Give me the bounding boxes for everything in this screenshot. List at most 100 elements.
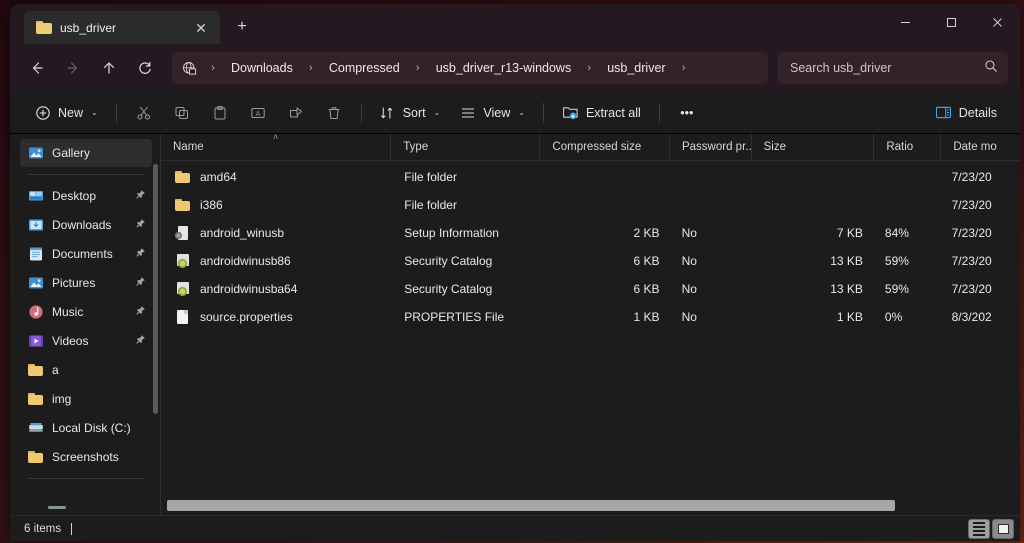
close-window-button[interactable] bbox=[974, 4, 1020, 40]
breadcrumb-item-downloads[interactable]: Downloads bbox=[223, 57, 301, 79]
sort-button[interactable]: Sort ⌄ bbox=[371, 98, 450, 128]
cut-button[interactable] bbox=[126, 98, 162, 128]
sidebar-item-local-disk-c[interactable]: Local Disk (C:) bbox=[20, 414, 152, 442]
pin-icon[interactable] bbox=[135, 218, 146, 232]
copy-button[interactable] bbox=[164, 98, 200, 128]
sidebar-item-documents[interactable]: Documents bbox=[20, 240, 152, 268]
column-header-size[interactable]: Size bbox=[752, 134, 875, 161]
details-view-toggle[interactable] bbox=[968, 519, 990, 539]
folder-icon bbox=[28, 449, 44, 465]
file-compressed-size: 1 KB bbox=[541, 310, 670, 324]
sidebar-item-music[interactable]: Music bbox=[20, 298, 152, 326]
pin-icon[interactable] bbox=[135, 334, 146, 348]
new-button-label: New bbox=[58, 106, 83, 120]
view-toggle-group bbox=[968, 519, 1014, 539]
new-button[interactable]: New ⌄ bbox=[26, 98, 107, 128]
file-name: i386 bbox=[200, 198, 223, 212]
table-row[interactable]: i386 File folder 7/23/20 bbox=[163, 191, 1018, 219]
sidebar-divider bbox=[28, 174, 144, 175]
minimize-button[interactable] bbox=[882, 4, 928, 40]
pin-icon[interactable] bbox=[135, 305, 146, 319]
window-controls bbox=[882, 4, 1020, 40]
share-button[interactable] bbox=[278, 98, 314, 128]
file-date-modified: 7/23/20 bbox=[940, 226, 1018, 240]
sidebar-item-label: Downloads bbox=[52, 218, 127, 232]
maximize-button[interactable] bbox=[928, 4, 974, 40]
back-button[interactable] bbox=[20, 52, 54, 84]
close-tab-icon[interactable]: ✕ bbox=[188, 16, 214, 40]
up-button[interactable] bbox=[92, 52, 126, 84]
network-globe-icon[interactable] bbox=[178, 61, 203, 76]
documents-icon bbox=[28, 246, 44, 262]
details-view-icon bbox=[973, 522, 985, 536]
sort-ascending-icon: ˄ bbox=[273, 134, 278, 142]
sidebar-item-label: Gallery bbox=[52, 146, 146, 160]
sidebar-item-a[interactable]: a bbox=[20, 356, 152, 384]
main-content: Gallery Desktop Downloads bbox=[10, 134, 1020, 515]
folder-icon bbox=[175, 197, 191, 213]
breadcrumb-separator[interactable]: › bbox=[302, 57, 320, 79]
breadcrumb-item-usb-driver-r13-windows[interactable]: usb_driver_r13-windows bbox=[428, 57, 579, 79]
pin-icon[interactable] bbox=[135, 189, 146, 203]
sidebar-item-desktop[interactable]: Desktop bbox=[20, 182, 152, 210]
paste-button[interactable] bbox=[202, 98, 238, 128]
divider bbox=[543, 103, 544, 123]
column-header-ratio[interactable]: Ratio bbox=[874, 134, 941, 161]
file-ratio: 59% bbox=[873, 282, 940, 296]
folder-icon bbox=[175, 169, 191, 185]
search-input[interactable] bbox=[790, 61, 970, 75]
column-header-type[interactable]: Type bbox=[391, 134, 540, 161]
breadcrumb-separator[interactable]: › bbox=[409, 57, 427, 79]
more-options-button[interactable]: ••• bbox=[669, 98, 705, 128]
sidebar-item-img[interactable]: img bbox=[20, 385, 152, 413]
table-row[interactable]: source.properties PROPERTIES File 1 KB N… bbox=[163, 303, 1018, 331]
divider bbox=[659, 103, 660, 123]
file-compressed-size: 6 KB bbox=[541, 254, 670, 268]
view-button[interactable]: View ⌄ bbox=[451, 98, 534, 128]
breadcrumb-separator[interactable]: › bbox=[675, 57, 693, 79]
forward-button[interactable] bbox=[56, 52, 90, 84]
file-name-cell: amd64 bbox=[163, 169, 392, 185]
large-icons-view-toggle[interactable] bbox=[992, 519, 1014, 539]
column-header-compressed-size[interactable]: Compressed size bbox=[540, 134, 670, 161]
table-row[interactable]: androidwinusb86 Security Catalog 6 KB No… bbox=[163, 247, 1018, 275]
file-size: 7 KB bbox=[751, 226, 873, 240]
pin-icon[interactable] bbox=[135, 247, 146, 261]
rename-button[interactable]: A bbox=[240, 98, 276, 128]
file-password-protected: No bbox=[670, 282, 751, 296]
tab-usb-driver[interactable]: usb_driver ✕ bbox=[24, 11, 220, 44]
file-date-modified: 7/23/20 bbox=[940, 198, 1018, 212]
extract-all-button[interactable]: Extract all bbox=[553, 98, 650, 128]
sidebar-item-pictures[interactable]: Pictures bbox=[20, 269, 152, 297]
pin-icon[interactable] bbox=[135, 276, 146, 290]
file-ratio: 59% bbox=[873, 254, 940, 268]
column-header-date-modified[interactable]: Date mo bbox=[941, 134, 1020, 161]
sidebar-item-screenshots[interactable]: Screenshots bbox=[20, 443, 152, 471]
tab-strip: usb_driver ✕ + bbox=[10, 4, 258, 44]
file-date-modified: 7/23/20 bbox=[940, 282, 1018, 296]
chevron-down-icon: ⌄ bbox=[518, 108, 525, 117]
file-size: 1 KB bbox=[751, 310, 873, 324]
breadcrumb-item-usb-driver[interactable]: usb_driver bbox=[599, 57, 673, 79]
table-row[interactable]: amd64 File folder 7/23/20 bbox=[163, 163, 1018, 191]
sidebar-item-videos[interactable]: Videos bbox=[20, 327, 152, 355]
search-icon[interactable] bbox=[984, 59, 998, 78]
sidebar-scrollbar[interactable] bbox=[153, 164, 158, 414]
sidebar-partial-item[interactable] bbox=[48, 506, 66, 509]
delete-button[interactable] bbox=[316, 98, 352, 128]
breadcrumb-separator[interactable]: › bbox=[580, 57, 598, 79]
folder-icon bbox=[36, 21, 52, 34]
search-box[interactable] bbox=[778, 52, 1008, 84]
refresh-button[interactable] bbox=[128, 52, 162, 84]
table-row[interactable]: android_winusb Setup Information 2 KB No… bbox=[163, 219, 1018, 247]
details-pane-button[interactable]: Details bbox=[926, 98, 1006, 128]
breadcrumb-item-compressed[interactable]: Compressed bbox=[321, 57, 408, 79]
column-header-password-protected[interactable]: Password pr... bbox=[670, 134, 752, 161]
table-row[interactable]: androidwinusba64 Security Catalog 6 KB N… bbox=[163, 275, 1018, 303]
horizontal-scrollbar-thumb[interactable] bbox=[167, 500, 895, 511]
sidebar-item-downloads[interactable]: Downloads bbox=[20, 211, 152, 239]
column-header-name[interactable]: ˄ Name bbox=[161, 134, 391, 161]
sidebar-item-gallery[interactable]: Gallery bbox=[20, 139, 152, 167]
new-tab-button[interactable]: + bbox=[226, 12, 258, 42]
title-bar: usb_driver ✕ + bbox=[10, 4, 1020, 44]
